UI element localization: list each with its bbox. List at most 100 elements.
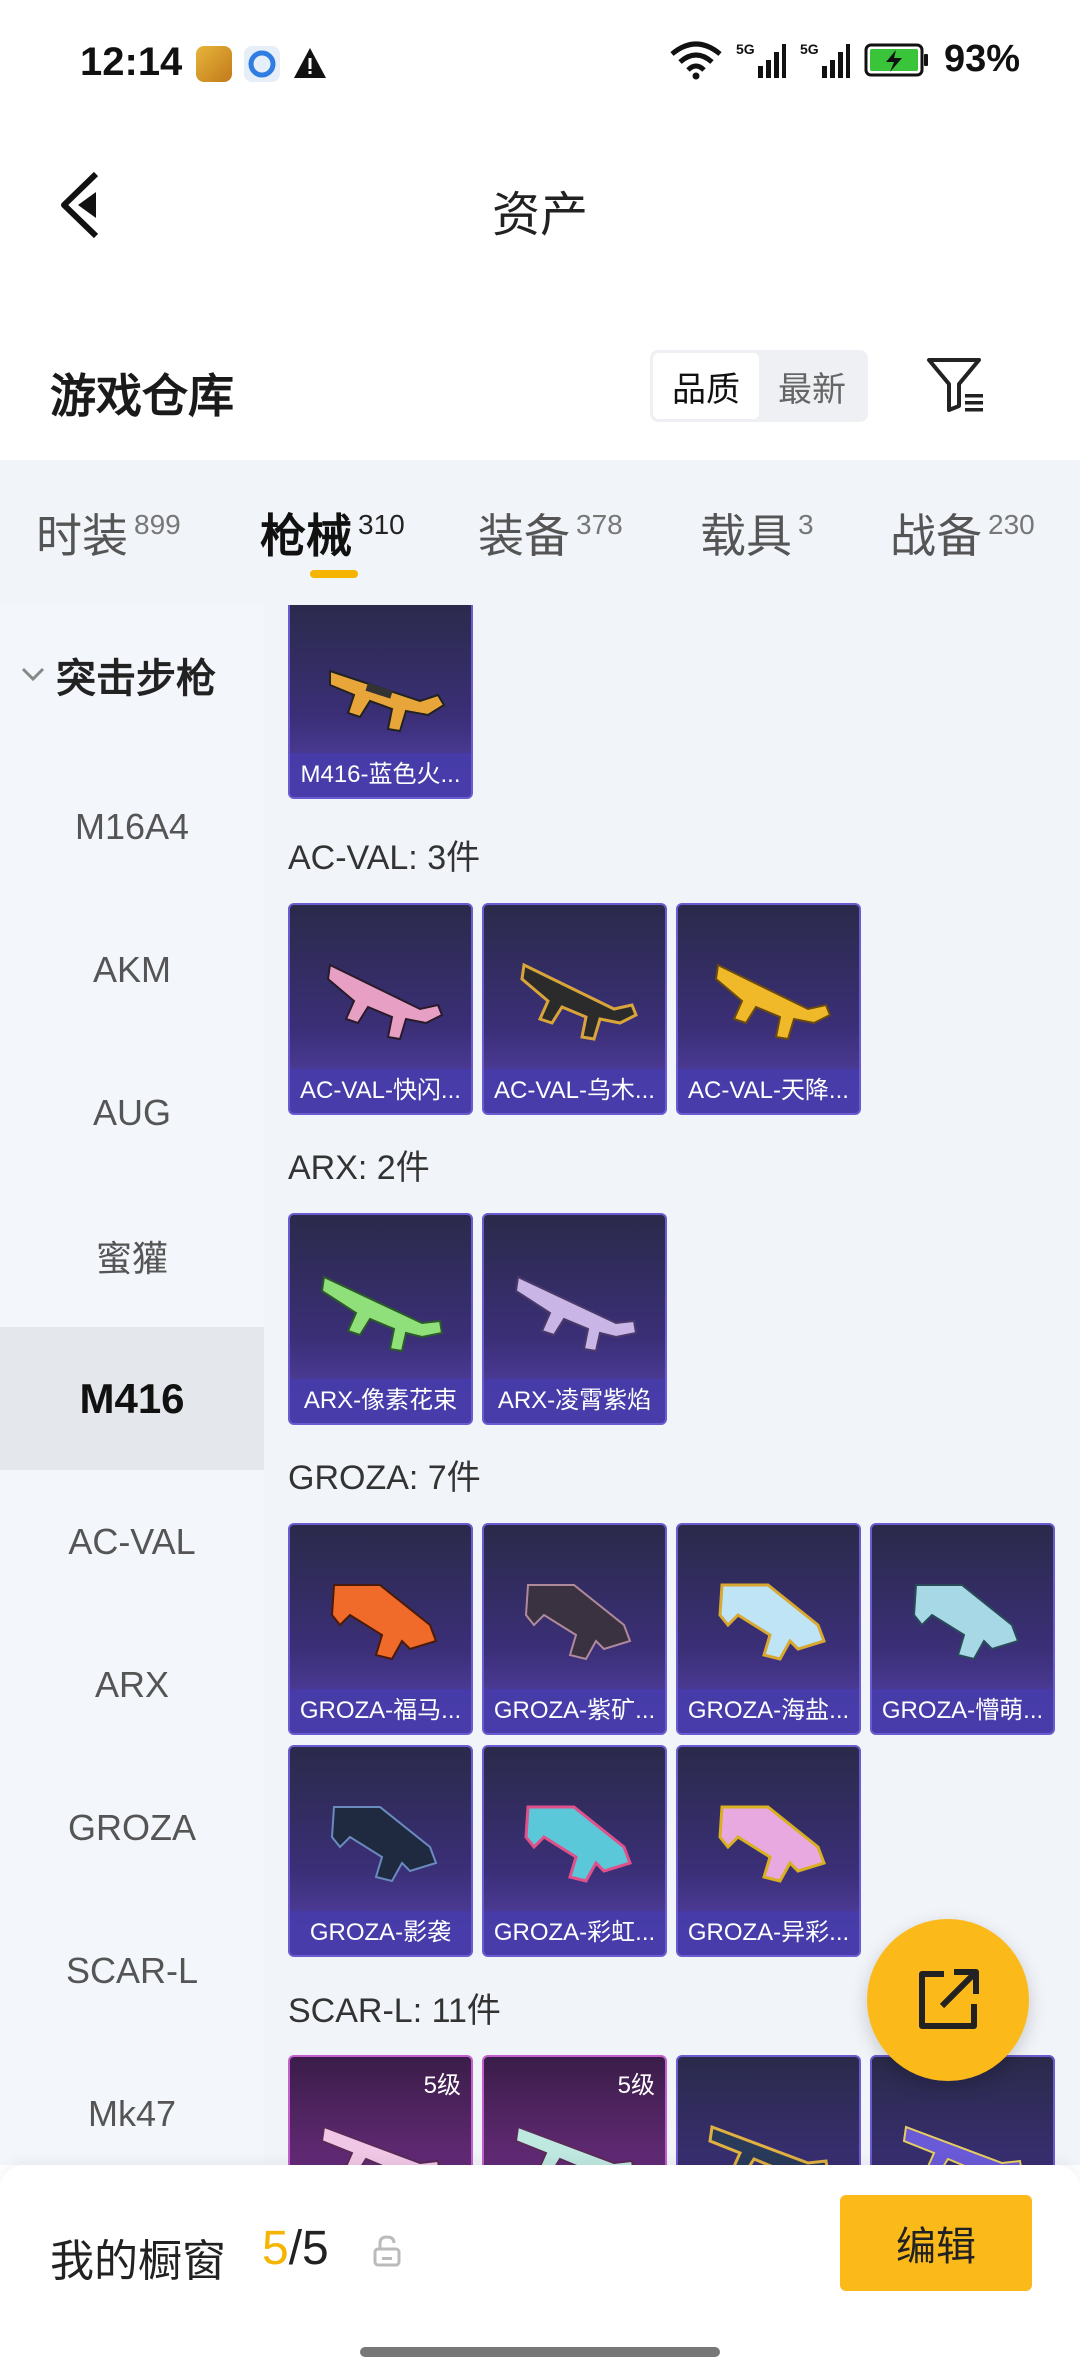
rifle-icon [520,962,638,1041]
rifle-icon [514,1275,638,1353]
weapon-card[interactable]: GROZA-影袭 [288,1745,473,1957]
weapon-card[interactable]: ARX-像素花束 [288,1213,473,1425]
weapon-card[interactable]: GROZA-异彩... [676,1745,861,1957]
tab-label: 战备 [890,510,982,562]
tab-guns[interactable]: 枪械 310 [260,500,405,566]
weapon-card[interactable]: AC-VAL-天降... [676,903,861,1115]
weapon-card[interactable]: 5级 [482,2055,667,2165]
active-tab-indicator [310,570,358,578]
tab-label: 载具 [700,510,792,562]
sidebar-item-ac-val[interactable]: AC-VAL [0,1470,264,1613]
home-indicator[interactable] [360,2347,720,2357]
rifle-icon [714,963,832,1041]
rifle-icon [329,669,446,733]
tab-vehicles[interactable]: 载具 3 [700,500,814,566]
weapon-card-label: GROZA-影袭 [290,1911,471,1955]
tab-count: 3 [798,509,814,540]
battery-charging-icon [864,43,928,76]
page-title: 资产 [491,189,588,242]
svg-text:5G: 5G [736,41,755,57]
weapon-card[interactable]: AC-VAL-快闪... [288,903,473,1115]
rifle-icon [718,1583,826,1661]
status-bar: 12:14 5G 5G 93% [0,0,1080,130]
showcase-count: 5/5 [262,2221,329,2276]
showcase-bar: 我的橱窗 5/5 编辑 [0,2165,1080,2376]
sidebar-item-scar-l[interactable]: SCAR-L [0,1899,264,2042]
unlock-icon [373,2235,401,2267]
filter-button[interactable] [918,348,992,422]
sidebar-item-m16a4[interactable]: M16A4 [0,755,264,898]
weapon-card[interactable]: M416-蓝色火... [288,605,473,799]
weapon-card-label: GROZA-紫矿... [484,1689,665,1733]
rifle-icon [524,1805,632,1883]
weapon-card-label: ARX-像素花束 [290,1379,471,1423]
weapon-card-label: GROZA-福马... [290,1689,471,1733]
tab-costume[interactable]: 时装 899 [36,500,181,566]
warehouse-title: 游戏仓库 [50,370,234,422]
sidebar-item-akm[interactable]: AKM [0,898,264,1041]
warning-icon [294,48,326,78]
tab-count: 899 [134,509,181,540]
showcase-label: 我的橱窗 [50,2237,226,2286]
tab-count: 378 [576,509,623,540]
sidebar-item-arx[interactable]: ARX [0,1613,264,1756]
rifle-icon [912,1584,1020,1661]
rifle-icon [708,2124,829,2165]
weapon-card[interactable] [676,2055,861,2165]
category-tabs: 时装 899 枪械 310 装备 378 载具 3 战备 230 [0,460,1080,605]
weapon-card[interactable]: AC-VAL-乌木... [482,903,667,1115]
sidebar-item-mk47[interactable]: Mk47 [0,2042,264,2165]
weapon-card-label: M416-蓝色火... [290,753,471,797]
weapon-card-label: ARX-凌霄紫焰 [484,1379,665,1423]
showcase-separator: / [288,2222,303,2275]
tab-label: 枪械 [260,510,352,562]
sort-toggle: 品质 最新 [650,350,868,422]
rifle-icon [514,2125,634,2165]
sidebar-item-honey-badger[interactable]: 蜜獾 [0,1184,264,1327]
status-time: 12:14 [80,40,183,84]
edit-button[interactable]: 编辑 [840,2195,1032,2291]
sidebar-group-assault-rifle[interactable]: 突击步枪 [0,605,264,745]
sort-quality[interactable]: 品质 [653,353,759,419]
sort-latest[interactable]: 最新 [759,353,865,419]
warehouse-header: 游戏仓库 品质 最新 [0,320,1080,460]
signal-5g-icon: 5G [800,41,850,78]
tab-label: 时装 [36,510,128,562]
tab-count: 310 [358,509,405,540]
weapon-card[interactable]: 5级 [288,2055,473,2165]
share-fab-button[interactable] [867,1919,1029,2081]
wifi-icon [670,41,722,79]
rifle-icon [902,2125,1022,2165]
weapon-card-label: GROZA-海盐... [678,1689,859,1733]
filter-icon [927,358,983,412]
sidebar-item-aug[interactable]: AUG [0,1041,264,1184]
section-title-ac-val: AC-VAL: 3件 [288,839,481,877]
rifle-icon [320,1275,444,1353]
weapon-card-label: AC-VAL-乌木... [484,1069,665,1113]
weapon-card-label: AC-VAL-快闪... [290,1069,471,1113]
showcase-total: 5 [302,2222,329,2275]
share-external-icon [919,1969,979,2029]
weapon-card[interactable]: GROZA-紫矿... [482,1523,667,1735]
weapon-card-label: AC-VAL-天降... [678,1069,859,1113]
tab-label: 装备 [478,510,570,562]
weapon-card[interactable]: GROZA-懵萌... [870,1523,1055,1735]
weapon-card[interactable]: GROZA-海盐... [676,1523,861,1735]
sidebar-item-m416[interactable]: M416 [0,1327,264,1470]
rifle-icon [326,963,444,1041]
weapon-card[interactable]: GROZA-福马... [288,1523,473,1735]
weapon-sidebar: 突击步枪 M16A4 AKM AUG 蜜獾 M416 AC-VAL ARX GR… [0,605,264,2165]
sidebar-group-label: 突击步枪 [56,657,216,701]
weapon-card-label: GROZA-懵萌... [872,1689,1053,1733]
rifle-icon [330,1584,438,1661]
rifle-icon [524,1584,632,1661]
tab-supplies[interactable]: 战备 230 [890,500,1035,566]
sidebar-item-groza[interactable]: GROZA [0,1756,264,1899]
title-bar: 资产 [0,130,1080,280]
tab-count: 230 [988,509,1035,540]
weapon-card[interactable]: GROZA-彩虹... [482,1745,667,1957]
tab-equipment[interactable]: 装备 378 [478,500,623,566]
weapon-card[interactable]: ARX-凌霄紫焰 [482,1213,667,1425]
section-title-scar-l: SCAR-L: 11件 [288,1992,501,2030]
weapon-card-label: GROZA-异彩... [678,1911,859,1955]
